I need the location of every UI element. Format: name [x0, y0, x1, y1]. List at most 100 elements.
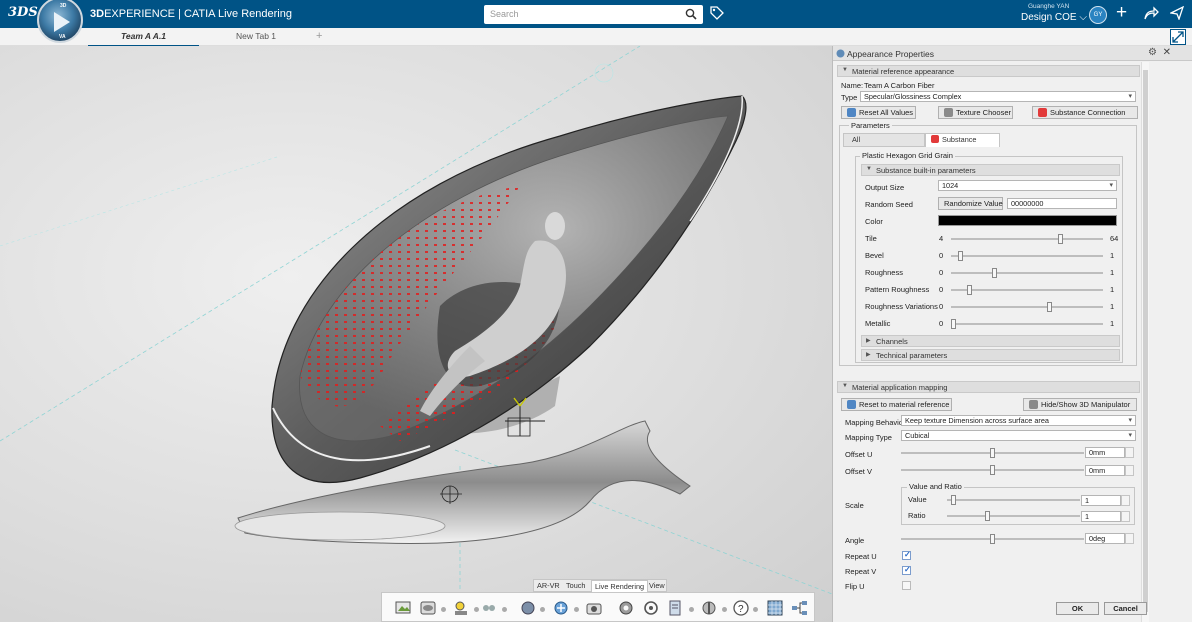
color-swatch[interactable]	[938, 215, 1117, 226]
render-icon[interactable]	[394, 599, 412, 617]
slider-knob[interactable]	[1047, 302, 1052, 312]
scale-ratio-spinner[interactable]	[1121, 511, 1130, 522]
tab-touch[interactable]: Touch	[566, 580, 585, 592]
slider-max: 1	[1110, 319, 1115, 328]
mapping-type-select[interactable]: Cubical	[901, 430, 1136, 441]
lights-icon[interactable]	[452, 599, 470, 617]
slider-track[interactable]	[951, 302, 1103, 312]
tag-icon[interactable]	[710, 6, 724, 20]
close-icon[interactable]: ✕	[1163, 47, 1171, 58]
realtime-icon[interactable]	[585, 599, 603, 617]
repeat-v-checkbox[interactable]	[902, 565, 911, 575]
mapping-behavior-label: Mapping Behavio	[845, 418, 903, 427]
slider-knob[interactable]	[1058, 234, 1063, 244]
scale-ratio-slider[interactable]	[947, 511, 1080, 521]
environment-icon[interactable]	[419, 599, 437, 617]
help-icon[interactable]: ?	[732, 599, 750, 617]
3d-viewport[interactable]	[0, 46, 832, 622]
panel-scrollbar[interactable]	[1141, 62, 1149, 622]
add-icon[interactable]: +	[1116, 3, 1127, 22]
substance-connection-button[interactable]: Substance Connection	[1032, 106, 1138, 119]
camera-icon[interactable]	[480, 599, 498, 617]
slider-track[interactable]	[951, 268, 1103, 278]
tools-icon[interactable]	[667, 599, 685, 617]
search-input[interactable]: Search	[484, 5, 703, 24]
app-brand: 3DEXPERIENCE | CATIA Live Rendering	[90, 8, 292, 20]
offset-v-spinner[interactable]	[1125, 465, 1134, 476]
tab-view[interactable]: View	[649, 580, 665, 592]
repeat-u-checkbox[interactable]	[902, 550, 911, 560]
reset-all-values-button[interactable]: Reset All Values	[841, 106, 916, 119]
slider-min: 0	[939, 302, 944, 311]
top-bar: 3DS 3DEXPERIENCE | CATIA Live Rendering …	[0, 0, 1192, 28]
texture-icon[interactable]	[766, 599, 784, 617]
output-size-select[interactable]: 1024	[938, 180, 1117, 191]
search-icon[interactable]	[685, 8, 697, 20]
scale-ratio-input[interactable]: 1	[1081, 511, 1121, 522]
slider-label: Tile	[865, 234, 877, 243]
catalog-icon[interactable]	[642, 599, 660, 617]
share-icon[interactable]	[1143, 6, 1159, 20]
tree-icon[interactable]	[791, 599, 809, 617]
avatar[interactable]: GY	[1089, 6, 1107, 24]
slider-track[interactable]	[951, 234, 1103, 244]
workspace-selector[interactable]: Design COE ⌵	[1021, 12, 1087, 23]
offset-u-slider[interactable]	[901, 448, 1084, 458]
expand-icon	[1172, 31, 1184, 43]
cancel-button[interactable]: Cancel	[1104, 602, 1147, 615]
angle-label: Angle	[845, 536, 865, 545]
tab-ar-vr[interactable]: AR-VR	[537, 580, 560, 592]
type-select[interactable]: Specular/Glossiness Complex	[860, 91, 1136, 102]
slider-knob[interactable]	[992, 268, 997, 278]
angle-spinner[interactable]	[1125, 533, 1134, 544]
mapping-behavior-select[interactable]: Keep texture Dimension across surface ar…	[901, 415, 1136, 426]
angle-input[interactable]: 0deg	[1085, 533, 1125, 544]
tab-all[interactable]: All	[843, 133, 925, 147]
slider-min: 0	[939, 251, 944, 260]
section-builtin-params[interactable]: ▼ Substance built-in parameters	[861, 164, 1120, 176]
ok-button[interactable]: OK	[1056, 602, 1099, 615]
scene-icon[interactable]	[700, 599, 718, 617]
offset-v-input[interactable]: 0mm	[1085, 465, 1125, 476]
offset-v-slider[interactable]	[901, 465, 1084, 475]
scale-value-slider[interactable]	[947, 495, 1080, 505]
color-label: Color	[865, 217, 883, 226]
name-value: Team A Carbon Fiber	[864, 81, 935, 90]
randomize-value-button[interactable]: Randomize Value	[938, 197, 1003, 210]
random-seed-input[interactable]: 00000000	[1007, 198, 1117, 209]
svg-text:?: ?	[738, 604, 744, 615]
flip-u-checkbox[interactable]	[902, 581, 911, 590]
slider-track[interactable]	[951, 319, 1103, 329]
material-icon[interactable]	[519, 599, 537, 617]
slider-track[interactable]	[951, 285, 1103, 295]
slider-label: Roughness	[865, 268, 903, 277]
slider-knob[interactable]	[967, 285, 972, 295]
tab-new-tab-1[interactable]: New Tab 1	[236, 31, 276, 41]
reset-to-material-reference-button[interactable]: Reset to material reference	[841, 398, 952, 411]
settings-icon[interactable]	[617, 599, 635, 617]
section-material-mapping[interactable]: ▼ Material application mapping	[837, 381, 1140, 393]
slider-knob[interactable]	[958, 251, 963, 261]
gear-icon[interactable]: ⚙	[1148, 47, 1157, 58]
tab-live-rendering[interactable]: Live Rendering	[591, 580, 649, 592]
offset-u-input[interactable]: 0mm	[1085, 447, 1125, 458]
hide-show-3d-manipulator-button[interactable]: Hide/Show 3D Manipulator	[1023, 398, 1137, 411]
tab-substance[interactable]: Substance	[925, 133, 1000, 147]
slider-knob[interactable]	[951, 319, 956, 329]
section-technical-params[interactable]: ▶ Technical parameters	[861, 349, 1120, 361]
section-channels[interactable]: ▶ Channels	[861, 335, 1120, 347]
texture-chooser-button[interactable]: Texture Chooser	[938, 106, 1013, 119]
expand-view-button[interactable]	[1170, 29, 1186, 45]
flip-u-label: Flip U	[845, 582, 865, 591]
add-tab-icon[interactable]: +	[316, 30, 322, 42]
scale-value-spinner[interactable]	[1121, 495, 1130, 506]
angle-slider[interactable]	[901, 534, 1084, 544]
section-material-reference[interactable]: ▼ Material reference appearance	[837, 65, 1140, 77]
communicate-icon[interactable]	[1170, 6, 1184, 20]
scale-value-input[interactable]: 1	[1081, 495, 1121, 506]
tab-team-a[interactable]: Team A A.1	[87, 31, 200, 47]
snapshot-icon[interactable]	[552, 599, 570, 617]
offset-u-spinner[interactable]	[1125, 447, 1134, 458]
slider-track[interactable]	[951, 251, 1103, 261]
slider-label: Roughness Variations	[865, 302, 938, 311]
